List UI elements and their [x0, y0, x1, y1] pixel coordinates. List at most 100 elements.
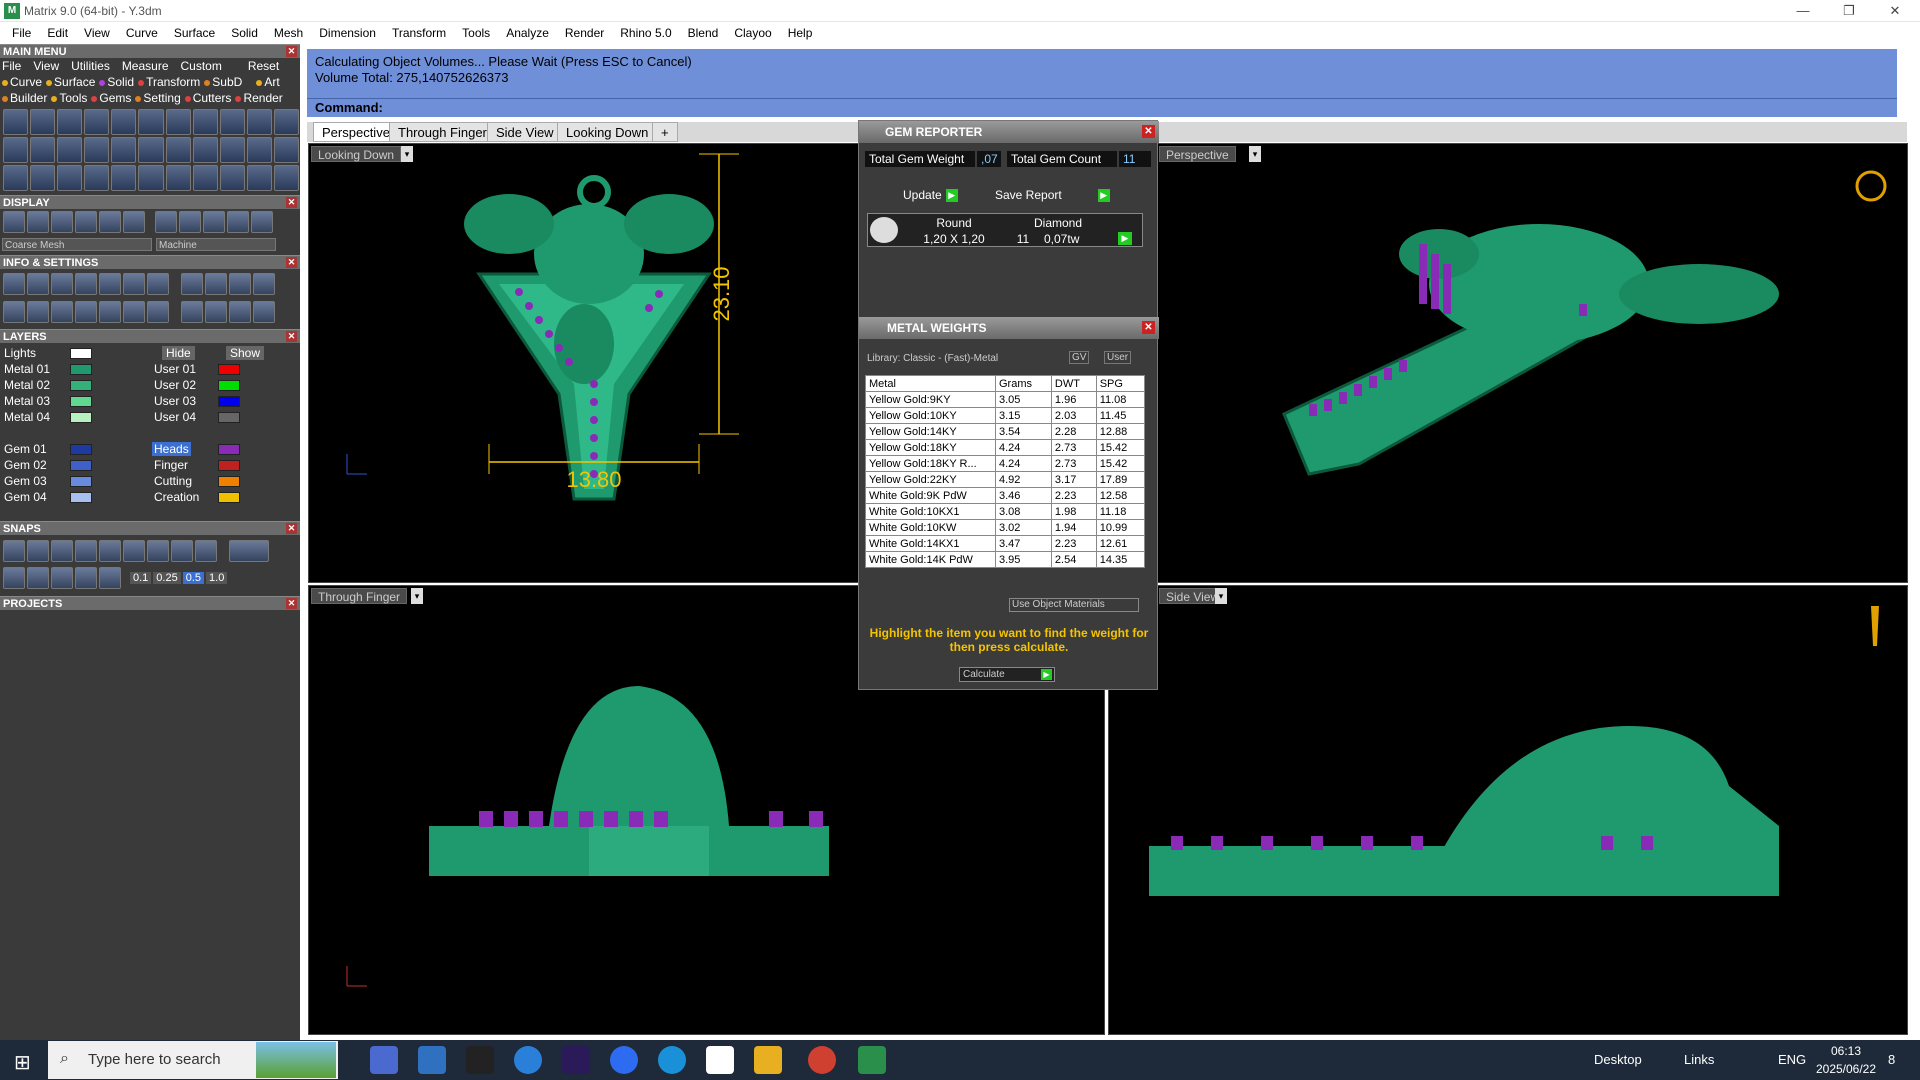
menu-file[interactable]: File — [4, 26, 39, 40]
app2-icon[interactable] — [706, 1046, 734, 1074]
layer-metal01[interactable]: Metal 01 — [4, 362, 50, 376]
save-report-button[interactable]: Save Report ▶ — [995, 187, 1110, 203]
layer-finger[interactable]: Finger — [154, 458, 188, 472]
table-row[interactable]: Yellow Gold:22KY 4.92 3.17 17.89 — [865, 471, 1146, 488]
add-tool-icon[interactable] — [3, 137, 29, 163]
close-icon[interactable]: ✕ — [286, 46, 297, 57]
layer-gem02[interactable]: Gem 02 — [4, 458, 47, 472]
menu-render[interactable]: Render — [557, 26, 612, 40]
fan-tool-icon[interactable] — [165, 165, 191, 191]
viewport-perspective[interactable]: Perspective ▾ — [1108, 143, 1908, 583]
snap-c-icon[interactable] — [51, 567, 73, 589]
settings-icon[interactable] — [3, 273, 25, 295]
snap-mid-icon[interactable] — [171, 540, 193, 562]
menu-edit[interactable]: Edit — [39, 26, 76, 40]
menu-analyze[interactable]: Analyze — [498, 26, 557, 40]
pattern-tool-icon[interactable] — [111, 137, 137, 163]
menu-help[interactable]: Help — [780, 26, 821, 40]
lp-file[interactable]: File — [2, 59, 21, 73]
chrome-icon[interactable] — [808, 1046, 836, 1074]
menu-transform[interactable]: Transform — [384, 26, 454, 40]
frame-tool-icon[interactable] — [165, 109, 191, 135]
table-row[interactable]: Yellow Gold:10KY 3.15 2.03 11.45 — [865, 407, 1146, 424]
layer-user02[interactable]: User 02 — [154, 378, 196, 392]
close-icon[interactable]: ✕ — [286, 598, 297, 609]
premiere-icon[interactable] — [562, 1046, 590, 1074]
move4-tool-icon[interactable] — [111, 165, 137, 191]
snap-b-icon[interactable] — [27, 567, 49, 589]
snap-toggle-icon[interactable] — [229, 540, 269, 562]
wireframe-icon[interactable] — [3, 211, 25, 233]
close-button[interactable]: ✕ — [1872, 0, 1918, 22]
menu-view[interactable]: View — [76, 26, 118, 40]
frame2-tool-icon[interactable] — [192, 165, 218, 191]
layer-user04[interactable]: User 04 — [154, 410, 196, 424]
swatch[interactable] — [218, 460, 240, 471]
cat-tools[interactable]: Tools — [51, 91, 87, 105]
table-row[interactable]: Yellow Gold:18KY R... 4.24 2.73 15.42 — [865, 455, 1146, 472]
cat-render[interactable]: Render — [235, 91, 283, 105]
links-toolbar[interactable]: Links — [1684, 1052, 1714, 1067]
tab-looking-down[interactable]: Looking Down — [557, 122, 658, 142]
close-icon[interactable]: ✕ — [286, 257, 297, 268]
grid-view-icon[interactable] — [123, 211, 145, 233]
material2-icon[interactable] — [179, 211, 201, 233]
show-button[interactable]: Show — [226, 346, 265, 360]
hand-icon[interactable] — [181, 273, 203, 295]
tab-side-view[interactable]: Side View — [487, 122, 563, 142]
array-tool-icon[interactable] — [165, 137, 191, 163]
col-grams[interactable]: Grams — [995, 375, 1052, 392]
swatch[interactable] — [70, 412, 92, 423]
windows-start-icon[interactable]: ⊞ — [14, 1050, 31, 1075]
filter-icon[interactable] — [99, 301, 121, 323]
menu-solid[interactable]: Solid — [223, 26, 266, 40]
cat-cutters[interactable]: Cutters — [184, 91, 231, 105]
table-row[interactable]: White Gold:10KW 3.02 1.94 10.99 — [865, 519, 1146, 536]
loop-tool-icon[interactable] — [84, 137, 110, 163]
swatch[interactable] — [70, 444, 92, 455]
tab-through-finger[interactable]: Through Finger — [389, 122, 496, 142]
ring2-tool-icon[interactable] — [273, 165, 300, 191]
bezel-tool-icon[interactable] — [219, 109, 245, 135]
snap-circle-icon[interactable] — [123, 540, 145, 562]
cat-surface[interactable]: Surface — [46, 75, 95, 89]
swatch[interactable] — [70, 476, 92, 487]
app-icon[interactable] — [466, 1046, 494, 1074]
node2-icon[interactable] — [253, 301, 275, 323]
snap-grid-icon[interactable] — [3, 540, 25, 562]
cut-tool-icon[interactable] — [246, 137, 272, 163]
snap-center-icon[interactable] — [147, 540, 169, 562]
ghost-icon[interactable] — [99, 211, 121, 233]
menu-curve[interactable]: Curve — [118, 26, 166, 40]
snap-corner-icon[interactable] — [99, 540, 121, 562]
snap-d-icon[interactable] — [75, 567, 97, 589]
edge-icon[interactable] — [658, 1046, 686, 1074]
cat-gems[interactable]: Gems — [91, 91, 131, 105]
tab-perspective[interactable]: Perspective — [313, 122, 399, 142]
block-icon[interactable] — [75, 301, 97, 323]
snap-curve-icon[interactable] — [27, 540, 49, 562]
snap-10[interactable]: 1.0 — [206, 572, 228, 584]
swatch[interactable] — [218, 396, 240, 407]
layer-user01[interactable]: User 01 — [154, 362, 196, 376]
lp-utilities[interactable]: Utilities — [71, 59, 110, 73]
store-icon[interactable] — [418, 1046, 446, 1074]
snap-01[interactable]: 0.1 — [130, 572, 152, 584]
point-icon[interactable] — [181, 301, 203, 323]
close-icon[interactable]: ✕ — [1142, 125, 1155, 138]
use-object-materials-checkbox[interactable]: Use Object Materials — [1009, 598, 1139, 612]
snap-e-icon[interactable] — [99, 567, 121, 589]
menu-dimension[interactable]: Dimension — [311, 26, 384, 40]
desktop-toolbar[interactable]: Desktop — [1594, 1052, 1642, 1067]
cat-setting[interactable]: Setting — [135, 91, 181, 105]
cat-builder[interactable]: Builder — [2, 91, 47, 105]
user-toggle[interactable]: User — [1104, 351, 1132, 364]
col-spg[interactable]: SPG — [1095, 375, 1146, 392]
folder-icon[interactable] — [754, 1046, 782, 1074]
copy-icon[interactable] — [205, 273, 227, 295]
layer-metal03[interactable]: Metal 03 — [4, 394, 50, 408]
close-icon[interactable]: ✕ — [286, 197, 297, 208]
check-tool-icon[interactable] — [219, 137, 245, 163]
zoom-icon[interactable] — [610, 1046, 638, 1074]
layer-user03[interactable]: User 03 — [154, 394, 196, 408]
